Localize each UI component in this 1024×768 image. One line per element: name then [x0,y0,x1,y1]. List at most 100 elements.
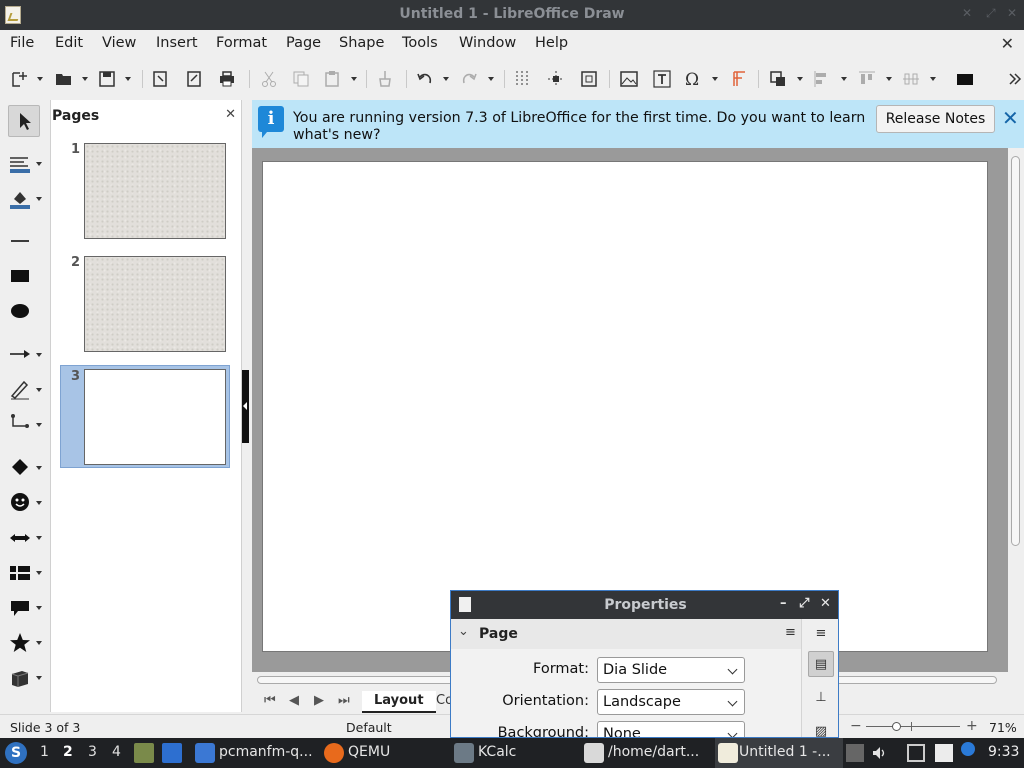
align-icon[interactable] [812,69,832,89]
workspace-2[interactable]: 2 [63,744,73,760]
ellipse-tool-icon[interactable] [8,299,32,323]
tray-app-icon[interactable] [846,744,864,762]
previous-tab-icon[interactable]: ◀ [289,693,299,708]
line-color-icon[interactable] [8,152,32,176]
menu-shape[interactable]: Shape [339,35,384,51]
clone-formatting-icon[interactable] [375,69,395,89]
task-editor[interactable]: /home/dart... [584,738,712,768]
zoom-slider[interactable] [866,726,960,727]
print-icon[interactable] [217,69,237,89]
distribute-icon[interactable] [901,69,921,89]
rectangle-tool-icon[interactable] [8,264,32,288]
paste-icon[interactable] [322,69,342,89]
minimize-icon[interactable]: ✕ [962,6,972,20]
vertical-scrollbar[interactable] [1008,148,1024,672]
arrow-line-tool-icon[interactable] [8,342,32,366]
symbol-shapes-icon[interactable] [8,490,32,514]
menu-insert[interactable]: Insert [156,35,198,51]
maximize-icon[interactable]: ⤢ [799,596,809,611]
menu-file[interactable]: File [10,35,34,51]
fill-color-icon[interactable] [8,187,32,211]
format-select[interactable]: Dia Slide [597,657,745,683]
flowchart-icon[interactable] [8,561,32,585]
styles-tab-icon[interactable]: ⊥ [808,685,834,711]
export-pdf-icon[interactable] [184,69,204,89]
first-tab-icon[interactable]: ⏮ [264,693,276,708]
insert-textbox-icon[interactable] [652,69,672,89]
task-qemu[interactable]: QEMU [324,738,449,768]
section-menu-icon[interactable]: ≡ [785,625,796,640]
file-manager-launcher-icon[interactable] [134,743,154,763]
line-tool-icon[interactable] [8,229,32,253]
menu-view[interactable]: View [102,35,136,51]
zoom-level[interactable]: 71% [989,720,1017,735]
notification-icon[interactable] [961,742,975,756]
shadow-icon[interactable] [955,69,975,89]
zoom-out-icon[interactable]: − [850,718,862,734]
stars-icon[interactable] [8,631,32,655]
transformations-icon[interactable] [768,69,788,89]
menu-tools[interactable]: Tools [402,35,438,51]
menu-window[interactable]: Window [459,35,516,51]
desktop-launcher-icon[interactable] [162,743,182,763]
zoom-in-icon[interactable]: + [966,718,978,734]
basic-shapes-icon[interactable] [8,455,32,479]
page-thumbnail-3[interactable] [84,369,226,465]
drawing-page[interactable] [262,161,988,652]
menu-page[interactable]: Page [286,35,321,51]
close-infobar-icon[interactable]: ✕ [1002,106,1019,130]
task-kcalc[interactable]: KCalc [454,738,579,768]
workspace-1[interactable]: 1 [40,744,49,760]
clipboard-icon[interactable] [935,744,953,762]
3d-objects-icon[interactable] [8,666,32,690]
minimize-icon[interactable]: – [780,596,787,611]
clock[interactable]: 9:33 [988,744,1019,760]
close-pages-pane-icon[interactable]: ✕ [225,107,236,122]
workspace-3[interactable]: 3 [88,744,97,760]
menu-format[interactable]: Format [216,35,267,51]
close-window-icon[interactable]: ✕ [1007,6,1017,20]
menu-edit[interactable]: Edit [55,35,83,51]
more-tools-icon[interactable] [1005,69,1024,89]
helplines-icon[interactable] [546,69,566,89]
volume-icon[interactable] [871,744,889,762]
page-thumbnail-2[interactable] [84,256,226,352]
network-icon[interactable] [907,744,925,762]
undo-icon[interactable] [415,69,435,89]
properties-tab-icon[interactable]: ▤ [808,651,834,677]
start-menu-icon[interactable]: S [5,742,27,764]
last-tab-icon[interactable]: ⏭ [338,693,350,708]
background-select[interactable]: None [597,721,745,737]
vertical-scroll-thumb[interactable] [1011,156,1020,546]
close-document-icon[interactable]: ✕ [1001,34,1014,53]
open-folder-icon[interactable] [54,69,74,89]
special-character-icon[interactable]: Ω [683,69,703,90]
save-icon[interactable] [97,69,117,89]
connector-tool-icon[interactable] [8,412,32,436]
orientation-select[interactable]: Landscape [597,689,745,715]
arrange-icon[interactable] [857,69,877,89]
zoom-slider-knob[interactable] [892,722,901,731]
maximize-icon[interactable]: ⤢ [986,6,996,21]
block-arrows-icon[interactable] [8,526,32,550]
page-thumbnail-1[interactable] [84,143,226,239]
sidebar-menu-icon[interactable]: ≡ [808,621,834,647]
copy-icon[interactable] [291,69,311,89]
next-tab-icon[interactable]: ▶ [314,693,324,708]
cut-icon[interactable] [259,69,279,89]
select-tool-icon[interactable] [8,105,40,137]
insert-image-icon[interactable] [619,69,639,89]
export-icon[interactable] [150,69,170,89]
menu-help[interactable]: Help [535,35,568,51]
page-section-header[interactable]: ⌄ Page ≡ [451,619,801,649]
grid-icon[interactable] [512,69,532,89]
freeform-tool-icon[interactable] [8,377,32,401]
task-pcmanfm[interactable]: pcmanfm-q... [195,738,320,768]
gallery-tab-icon[interactable]: ▨ [808,719,834,737]
workspace-4[interactable]: 4 [112,744,121,760]
zoom-page-icon[interactable] [579,69,599,89]
chevron-down-icon[interactable]: ⌄ [458,624,469,639]
new-icon[interactable] [10,69,30,89]
redo-icon[interactable] [459,69,479,89]
properties-title-bar[interactable]: Properties – ⤢ ✕ [451,591,838,619]
